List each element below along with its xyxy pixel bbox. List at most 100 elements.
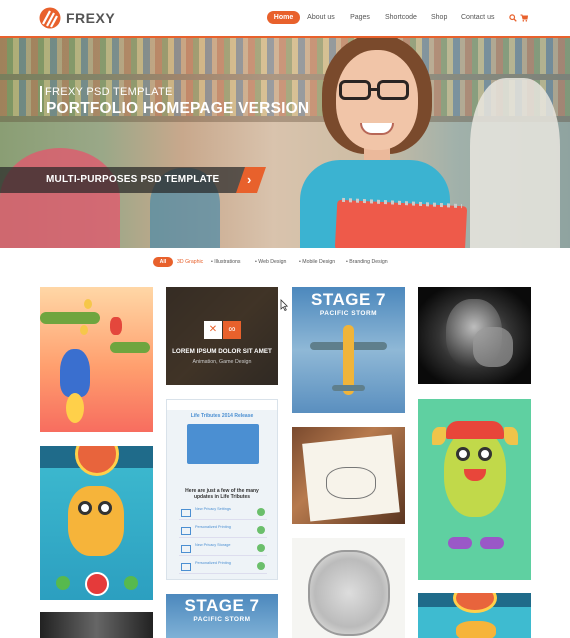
portfolio-item-featured[interactable]: ✕ ∞ LOREM IPSUM DOLOR SIT AMET Animation… <box>166 287 278 385</box>
portfolio-item-stage7[interactable]: STAGE 7 PACIFIC STORM <box>292 287 405 413</box>
yeti-cap <box>446 421 504 439</box>
sketch-drawing <box>326 467 376 499</box>
nav-about[interactable]: About us <box>307 11 335 24</box>
filter-label: Mobile Design <box>302 259 336 265</box>
coin <box>84 299 92 309</box>
nav-shop[interactable]: Shop <box>431 11 447 24</box>
newsletter-row: New Privacy Storage <box>179 542 267 556</box>
monster-eye <box>98 501 112 515</box>
portfolio-item-game-monster[interactable] <box>40 446 153 600</box>
filter-branding-design[interactable]: • Branding Design <box>346 257 388 267</box>
play-button[interactable] <box>85 572 109 596</box>
arrow-right-icon: › <box>247 172 252 187</box>
portfolio-item-game-rocket[interactable] <box>40 287 153 432</box>
device-icon <box>181 527 191 535</box>
check-icon <box>257 562 265 570</box>
portfolio-item-game-alt[interactable] <box>418 593 531 638</box>
newsletter-row: Personalized Printing <box>179 560 267 574</box>
filter-web-design[interactable]: • Web Design <box>255 257 286 267</box>
yeti-horn <box>432 427 446 445</box>
coin <box>80 325 88 335</box>
yeti-horn <box>504 427 518 445</box>
filter-illustrations[interactable]: • Illustrations <box>211 257 241 267</box>
row-label: New Privacy Storage <box>195 543 231 547</box>
nav-contact[interactable]: Contact us <box>461 11 494 24</box>
monster-character <box>456 621 496 638</box>
nav-shortcode[interactable]: Shortcode <box>385 11 417 24</box>
floating-island <box>40 312 100 324</box>
portfolio-item-dark[interactable] <box>40 612 153 638</box>
stage-title: STAGE 7 <box>184 596 260 615</box>
row-label: Personalized Printing <box>195 561 231 565</box>
device-icon <box>181 563 191 571</box>
newsletter-screenshot <box>187 424 259 464</box>
newsletter-row: Personalized Printing <box>179 524 267 538</box>
background-person <box>470 78 560 248</box>
portfolio-item-yeti[interactable] <box>418 399 531 580</box>
yeti-eye <box>456 447 470 461</box>
monster-eye <box>78 501 92 515</box>
device-icon <box>181 509 191 517</box>
stage-title: STAGE 7 <box>311 290 386 309</box>
portfolio-item-portrait[interactable] <box>418 287 531 384</box>
logo[interactable]: FREXY <box>39 7 115 29</box>
sketch-head <box>308 550 390 636</box>
nav-pages[interactable]: Pages <box>350 11 370 24</box>
portrait-hand <box>473 327 513 367</box>
newsletter-text: Here are just a few of the many updates … <box>185 488 259 500</box>
portfolio-item-newsletter[interactable]: Life Tributes 2014 Release Here are just… <box>166 399 278 580</box>
filter-label: Web Design <box>258 259 287 265</box>
link-icon[interactable]: ∞ <box>223 321 241 339</box>
hero-band-text: MULTI-PURPOSES PSD TEMPLATE <box>46 174 220 185</box>
background-person <box>0 148 120 248</box>
glasses <box>377 80 409 100</box>
portfolio-item-stage7-alt[interactable]: STAGE 7 PACIFIC STORM <box>166 594 278 638</box>
check-icon <box>257 544 265 552</box>
hero-woman-face <box>336 50 418 150</box>
rocket-flame <box>66 393 84 423</box>
plane-tail <box>332 385 365 391</box>
portfolio-item-sketch[interactable] <box>292 427 405 524</box>
filter-all[interactable]: All <box>153 257 173 267</box>
newsletter-title: Life Tributes 2014 Release <box>190 413 254 419</box>
bookshelf-bg <box>0 38 570 74</box>
yeti-shoe <box>448 537 472 549</box>
game-button[interactable] <box>124 576 138 590</box>
site-header: FREXY Home About us Pages Shortcode Shop… <box>0 0 570 36</box>
filter-3d-graphic[interactable]: 3D Graphic <box>177 257 203 267</box>
newsletter-header <box>167 400 277 410</box>
portfolio-hover-overlay <box>166 287 278 385</box>
game-wheel <box>75 446 119 476</box>
row-label: Personalized Printing <box>195 525 231 529</box>
hero-slider: FREXY PSD TEMPLATE PORTFOLIO HOMEPAGE VE… <box>0 38 570 248</box>
cart-icon[interactable] <box>520 14 528 22</box>
hero-subtitle: FREXY PSD TEMPLATE <box>45 86 173 98</box>
glasses <box>369 88 379 91</box>
filter-label: Branding Design <box>349 259 388 265</box>
nav-home[interactable]: Home <box>267 11 300 24</box>
newsletter-row: New Privacy Settings <box>179 506 267 520</box>
row-label: New Privacy Settings <box>195 507 231 511</box>
rocket-character <box>60 349 90 397</box>
yeti-eye <box>478 447 492 461</box>
portfolio-item-pencil-sketch[interactable] <box>292 538 405 638</box>
expand-icon[interactable]: ✕ <box>204 321 222 339</box>
game-wheel <box>453 593 497 613</box>
game-button[interactable] <box>56 576 70 590</box>
cursor-icon <box>280 299 288 311</box>
stage-subtitle: PACIFIC STORM <box>193 616 251 623</box>
hero-accent-bar <box>40 86 42 112</box>
logo-text: FREXY <box>66 10 116 26</box>
floating-island <box>110 342 150 353</box>
portfolio-item-title: LOREM IPSUM DOLOR SIT AMET <box>172 348 272 355</box>
logo-mark-icon <box>39 7 61 29</box>
search-icon[interactable] <box>509 14 517 22</box>
enemy-character <box>110 317 122 335</box>
filter-mobile-design[interactable]: • Mobile Design <box>299 257 335 267</box>
stage-subtitle: PACIFIC STORM <box>319 310 378 317</box>
glasses <box>339 80 371 100</box>
check-icon <box>257 508 265 516</box>
hero-title: PORTFOLIO HOMEPAGE VERSION <box>46 100 310 117</box>
portfolio-item-category: Animation, Game Design <box>192 359 252 365</box>
filter-label: Illustrations <box>214 259 241 265</box>
